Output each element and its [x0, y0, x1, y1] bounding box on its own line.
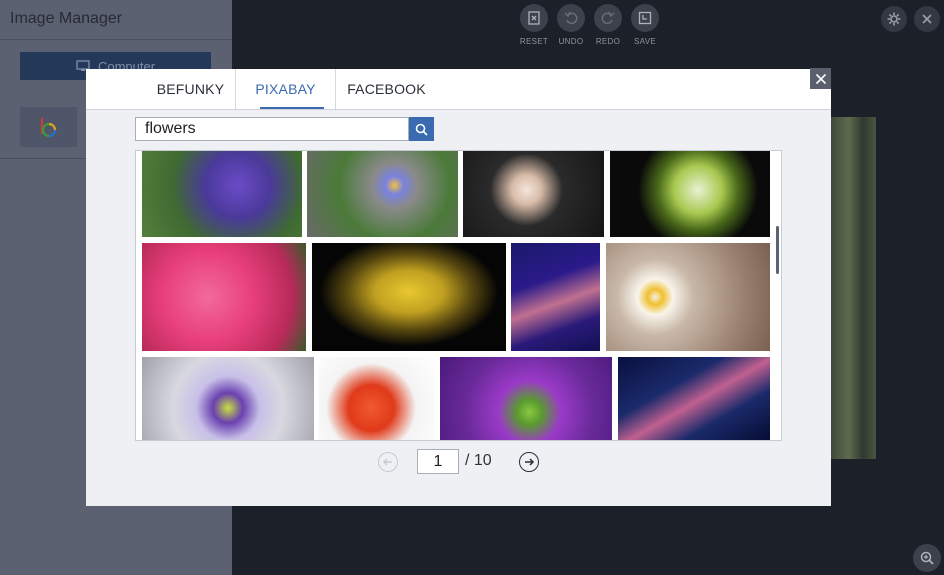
tab-pixabay[interactable]: PIXABAY — [236, 69, 335, 109]
passion-flower-thumbnail[interactable] — [142, 357, 314, 440]
pink-grass-flower-dark-thumbnail[interactable] — [618, 357, 770, 440]
tab-facebook[interactable]: FACEBOOK — [336, 69, 437, 109]
grid-scrollbar[interactable] — [776, 226, 779, 274]
purple-allium-thumbnail[interactable] — [440, 357, 612, 440]
page-total: / 10 — [465, 452, 492, 469]
tab-befunky[interactable]: BEFUNKY — [146, 69, 235, 109]
save-button[interactable] — [631, 4, 659, 32]
pink-grass-flower-thumbnail[interactable] — [511, 243, 600, 351]
close-modal-button[interactable] — [810, 68, 831, 89]
redo-button[interactable] — [594, 4, 622, 32]
save-label: SAVE — [634, 37, 656, 46]
befunky-logo-icon — [40, 118, 56, 138]
search-input[interactable]: flowers — [135, 117, 409, 141]
close-app-button[interactable] — [914, 6, 940, 32]
close-icon — [922, 14, 932, 24]
reset-button[interactable] — [520, 4, 548, 32]
blue-daisy-thumbnail[interactable] — [307, 151, 458, 237]
sidebar-divider — [0, 39, 232, 40]
image-source-modal: BEFUNKY PIXABAY FACEBOOK flowers 1 / 10 — [86, 69, 831, 506]
settings-button[interactable] — [881, 6, 907, 32]
page-number-input[interactable]: 1 — [417, 449, 459, 474]
undo-button[interactable] — [557, 4, 585, 32]
green-tulip-bud-thumbnail[interactable] — [610, 151, 770, 237]
cherry-blossom-thumbnail[interactable] — [463, 151, 604, 237]
purple-primrose-thumbnail[interactable] — [142, 151, 302, 237]
befunky-source-tile[interactable] — [20, 107, 77, 147]
zoom-button[interactable] — [913, 544, 941, 572]
close-icon — [815, 73, 826, 84]
red-lily-thumbnail[interactable] — [319, 357, 435, 440]
next-page-button[interactable] — [519, 452, 539, 472]
redo-icon — [601, 11, 615, 25]
prev-page-button[interactable] — [378, 452, 398, 472]
daisies-on-wood-thumbnail[interactable] — [606, 243, 770, 351]
yellow-ixora-thumbnail[interactable] — [312, 243, 506, 351]
source-tabs: BEFUNKY PIXABAY FACEBOOK — [86, 69, 831, 110]
canvas-photo — [831, 117, 876, 459]
image-results-grid — [135, 150, 782, 441]
gear-icon — [887, 12, 901, 26]
arrow-left-icon — [383, 458, 392, 466]
undo-icon — [564, 11, 578, 25]
save-icon — [638, 11, 652, 25]
zoom-icon — [920, 551, 934, 565]
sidebar-title: Image Manager — [10, 10, 123, 27]
search-button[interactable] — [409, 117, 434, 141]
save-tool[interactable]: SAVE — [623, 4, 667, 46]
search-icon — [415, 123, 428, 136]
arrow-right-icon — [525, 458, 535, 466]
pink-azalea-thumbnail[interactable] — [142, 243, 306, 351]
reset-icon — [528, 11, 540, 25]
